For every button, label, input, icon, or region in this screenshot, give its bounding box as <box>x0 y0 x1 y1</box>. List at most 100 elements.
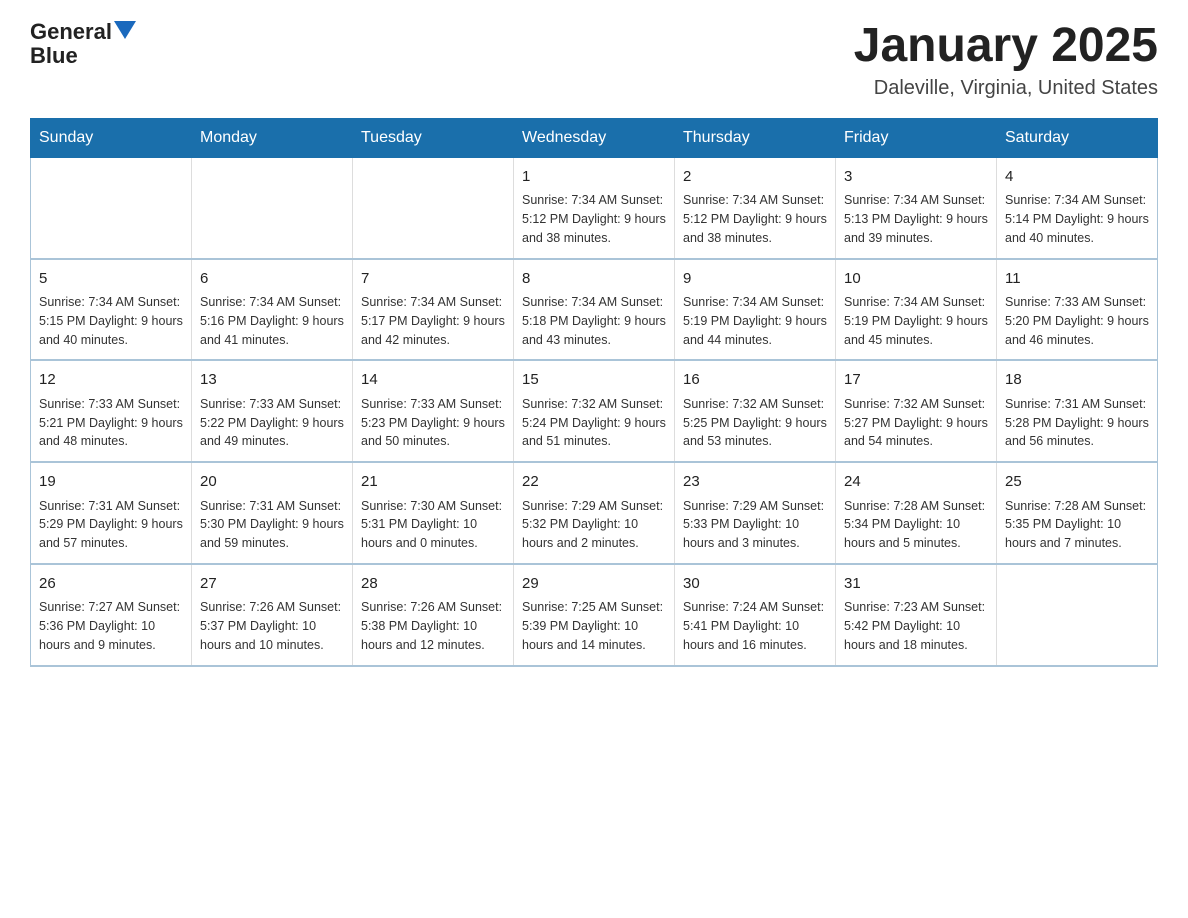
logo-triangle-icon <box>114 21 136 39</box>
day-info: Sunrise: 7:34 AM Sunset: 5:16 PM Dayligh… <box>200 293 344 349</box>
day-info: Sunrise: 7:23 AM Sunset: 5:42 PM Dayligh… <box>844 598 988 654</box>
calendar-subtitle: Daleville, Virginia, United States <box>854 77 1158 100</box>
day-cell: 9Sunrise: 7:34 AM Sunset: 5:19 PM Daylig… <box>675 259 836 361</box>
day-number: 5 <box>39 268 183 291</box>
column-header-friday: Friday <box>836 118 997 157</box>
day-info: Sunrise: 7:29 AM Sunset: 5:32 PM Dayligh… <box>522 497 666 553</box>
day-cell <box>31 157 192 258</box>
page-header: General Blue January 2025 Daleville, Vir… <box>30 20 1158 100</box>
day-cell: 27Sunrise: 7:26 AM Sunset: 5:37 PM Dayli… <box>192 564 353 666</box>
day-info: Sunrise: 7:34 AM Sunset: 5:19 PM Dayligh… <box>683 293 827 349</box>
day-cell: 10Sunrise: 7:34 AM Sunset: 5:19 PM Dayli… <box>836 259 997 361</box>
day-cell: 17 Sunrise: 7:32 AM Sunset: 5:27 PM Dayli… <box>836 360 997 462</box>
day-info: Sunrise: 7:32 AM Sunset: 5:25 PM Dayligh… <box>683 395 827 451</box>
day-cell: 22Sunrise: 7:29 AM Sunset: 5:32 PM Dayli… <box>514 462 675 564</box>
day-info: Sunrise: 7:33 AM Sunset: 5:20 PM Dayligh… <box>1005 293 1149 349</box>
column-header-tuesday: Tuesday <box>353 118 514 157</box>
day-cell <box>997 564 1158 666</box>
day-cell: 3Sunrise: 7:34 AM Sunset: 5:13 PM Daylig… <box>836 157 997 258</box>
day-number: 23 <box>683 471 827 494</box>
day-info: Sunrise: 7:34 AM Sunset: 5:14 PM Dayligh… <box>1005 191 1149 247</box>
logo-general: General <box>30 20 112 44</box>
day-info: Sunrise: 7:27 AM Sunset: 5:36 PM Dayligh… <box>39 598 183 654</box>
day-cell: 1Sunrise: 7:34 AM Sunset: 5:12 PM Daylig… <box>514 157 675 258</box>
logo-blue: Blue <box>30 44 78 68</box>
day-number: 26 <box>39 573 183 596</box>
day-info: Sunrise: 7:29 AM Sunset: 5:33 PM Dayligh… <box>683 497 827 553</box>
day-number: 13 <box>200 369 344 392</box>
day-info: Sunrise: 7:26 AM Sunset: 5:38 PM Dayligh… <box>361 598 505 654</box>
day-info: Sunrise: 7:31 AM Sunset: 5:30 PM Dayligh… <box>200 497 344 553</box>
day-info: Sunrise: 7:32 AM Sunset: 5:27 PM Dayligh… <box>844 395 988 451</box>
day-info: Sunrise: 7:34 AM Sunset: 5:15 PM Dayligh… <box>39 293 183 349</box>
day-cell: 6Sunrise: 7:34 AM Sunset: 5:16 PM Daylig… <box>192 259 353 361</box>
day-cell: 14 Sunrise: 7:33 AM Sunset: 5:23 PM Dayli… <box>353 360 514 462</box>
day-number: 31 <box>844 573 988 596</box>
day-number: 29 <box>522 573 666 596</box>
day-cell: 23 Sunrise: 7:29 AM Sunset: 5:33 PM Dayli… <box>675 462 836 564</box>
day-info: Sunrise: 7:34 AM Sunset: 5:19 PM Dayligh… <box>844 293 988 349</box>
day-cell: 19 Sunrise: 7:31 AM Sunset: 5:29 PM Dayli… <box>31 462 192 564</box>
day-number: 14 <box>361 369 505 392</box>
day-cell: 8Sunrise: 7:34 AM Sunset: 5:18 PM Daylig… <box>514 259 675 361</box>
column-header-sunday: Sunday <box>31 118 192 157</box>
day-cell: 24Sunrise: 7:28 AM Sunset: 5:34 PM Dayli… <box>836 462 997 564</box>
day-cell: 31Sunrise: 7:23 AM Sunset: 5:42 PM Dayli… <box>836 564 997 666</box>
day-info: Sunrise: 7:33 AM Sunset: 5:21 PM Dayligh… <box>39 395 183 451</box>
day-number: 3 <box>844 166 988 189</box>
day-info: Sunrise: 7:31 AM Sunset: 5:28 PM Dayligh… <box>1005 395 1149 451</box>
day-info: Sunrise: 7:34 AM Sunset: 5:13 PM Dayligh… <box>844 191 988 247</box>
day-number: 27 <box>200 573 344 596</box>
day-info: Sunrise: 7:28 AM Sunset: 5:34 PM Dayligh… <box>844 497 988 553</box>
day-cell: 21 Sunrise: 7:30 AM Sunset: 5:31 PM Dayli… <box>353 462 514 564</box>
day-number: 12 <box>39 369 183 392</box>
calendar-title: January 2025 <box>854 20 1158 73</box>
week-row-3: 12 Sunrise: 7:33 AM Sunset: 5:21 PM Dayli… <box>31 360 1158 462</box>
column-header-saturday: Saturday <box>997 118 1158 157</box>
day-cell <box>192 157 353 258</box>
day-info: Sunrise: 7:30 AM Sunset: 5:31 PM Dayligh… <box>361 497 505 553</box>
day-info: Sunrise: 7:33 AM Sunset: 5:22 PM Dayligh… <box>200 395 344 451</box>
day-number: 19 <box>39 471 183 494</box>
day-cell: 13 Sunrise: 7:33 AM Sunset: 5:22 PM Dayli… <box>192 360 353 462</box>
header-row: SundayMondayTuesdayWednesdayThursdayFrid… <box>31 118 1158 157</box>
day-info: Sunrise: 7:34 AM Sunset: 5:12 PM Dayligh… <box>683 191 827 247</box>
day-number: 10 <box>844 268 988 291</box>
day-cell: 28Sunrise: 7:26 AM Sunset: 5:38 PM Dayli… <box>353 564 514 666</box>
week-row-1: 1Sunrise: 7:34 AM Sunset: 5:12 PM Daylig… <box>31 157 1158 258</box>
day-info: Sunrise: 7:34 AM Sunset: 5:17 PM Dayligh… <box>361 293 505 349</box>
day-cell: 12 Sunrise: 7:33 AM Sunset: 5:21 PM Dayli… <box>31 360 192 462</box>
day-number: 7 <box>361 268 505 291</box>
day-number: 8 <box>522 268 666 291</box>
day-number: 17 <box>844 369 988 392</box>
day-number: 15 <box>522 369 666 392</box>
day-cell: 25Sunrise: 7:28 AM Sunset: 5:35 PM Dayli… <box>997 462 1158 564</box>
day-info: Sunrise: 7:32 AM Sunset: 5:24 PM Dayligh… <box>522 395 666 451</box>
day-number: 18 <box>1005 369 1149 392</box>
day-cell <box>353 157 514 258</box>
day-info: Sunrise: 7:34 AM Sunset: 5:12 PM Dayligh… <box>522 191 666 247</box>
day-cell: 15 Sunrise: 7:32 AM Sunset: 5:24 PM Dayli… <box>514 360 675 462</box>
title-section: January 2025 Daleville, Virginia, United… <box>854 20 1158 100</box>
day-number: 28 <box>361 573 505 596</box>
day-cell: 11Sunrise: 7:33 AM Sunset: 5:20 PM Dayli… <box>997 259 1158 361</box>
day-cell: 4Sunrise: 7:34 AM Sunset: 5:14 PM Daylig… <box>997 157 1158 258</box>
day-info: Sunrise: 7:31 AM Sunset: 5:29 PM Dayligh… <box>39 497 183 553</box>
week-row-4: 19 Sunrise: 7:31 AM Sunset: 5:29 PM Dayli… <box>31 462 1158 564</box>
day-cell: 30Sunrise: 7:24 AM Sunset: 5:41 PM Dayli… <box>675 564 836 666</box>
column-header-wednesday: Wednesday <box>514 118 675 157</box>
day-cell: 2Sunrise: 7:34 AM Sunset: 5:12 PM Daylig… <box>675 157 836 258</box>
day-number: 9 <box>683 268 827 291</box>
day-number: 6 <box>200 268 344 291</box>
column-header-monday: Monday <box>192 118 353 157</box>
day-number: 11 <box>1005 268 1149 291</box>
day-cell: 16Sunrise: 7:32 AM Sunset: 5:25 PM Dayli… <box>675 360 836 462</box>
calendar-table: SundayMondayTuesdayWednesdayThursdayFrid… <box>30 118 1158 667</box>
day-cell: 7Sunrise: 7:34 AM Sunset: 5:17 PM Daylig… <box>353 259 514 361</box>
day-info: Sunrise: 7:33 AM Sunset: 5:23 PM Dayligh… <box>361 395 505 451</box>
day-number: 30 <box>683 573 827 596</box>
day-number: 20 <box>200 471 344 494</box>
day-cell: 18 Sunrise: 7:31 AM Sunset: 5:28 PM Dayli… <box>997 360 1158 462</box>
day-info: Sunrise: 7:34 AM Sunset: 5:18 PM Dayligh… <box>522 293 666 349</box>
day-number: 21 <box>361 471 505 494</box>
